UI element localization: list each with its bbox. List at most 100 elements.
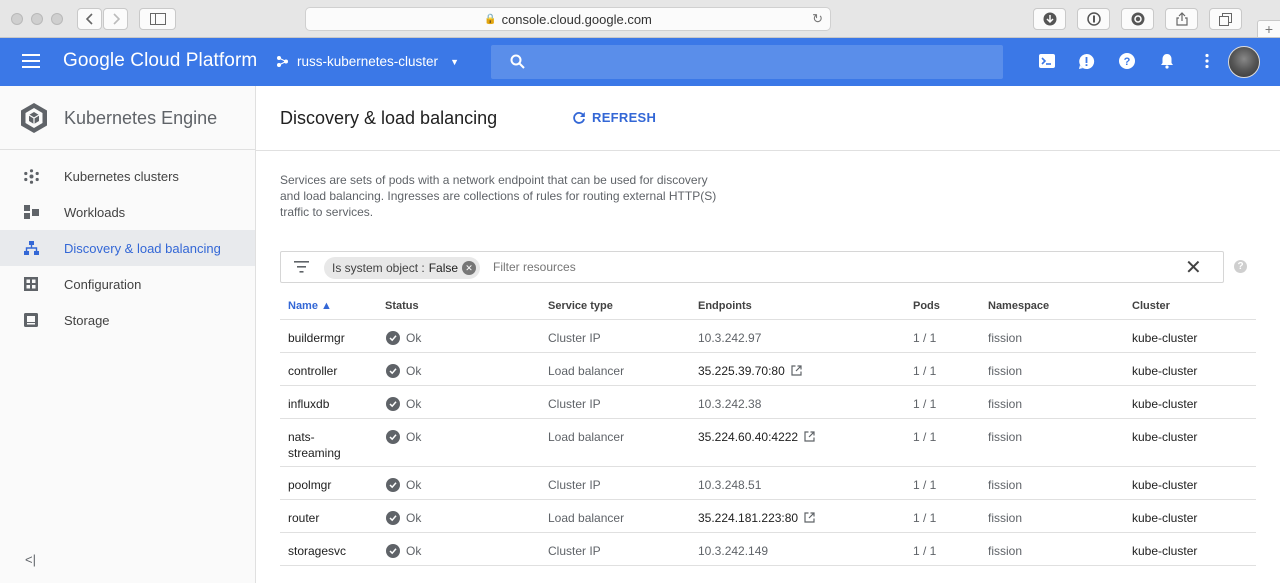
extension-2-button[interactable] xyxy=(1121,8,1154,30)
table-row[interactable]: buildermgr Ok Cluster IP 10.3.242.97 1 /… xyxy=(280,320,1256,353)
sidebar-item-label: Storage xyxy=(64,313,110,328)
filter-chip[interactable]: Is system object : False ✕ xyxy=(324,257,481,279)
filter-help-icon[interactable]: ? xyxy=(1234,260,1247,273)
project-selector[interactable]: russ-kubernetes-cluster ▼ xyxy=(276,54,459,69)
sidebar-item-clusters[interactable]: Kubernetes clusters xyxy=(0,158,255,194)
sidebar-icon xyxy=(149,13,166,25)
brand-name[interactable]: Google Cloud Platform xyxy=(63,50,257,72)
endpoint-cell: 10.3.242.149 xyxy=(698,544,769,558)
cloud-shell-button[interactable] xyxy=(1038,52,1056,70)
service-type-cell: Cluster IP xyxy=(548,478,601,492)
table-row[interactable]: poolmgr Ok Cluster IP 10.3.248.51 1 / 1 … xyxy=(280,467,1256,500)
tabs-icon xyxy=(1219,12,1232,26)
pods-cell: 1 / 1 xyxy=(913,331,937,345)
service-type-cell: Load balancer xyxy=(548,430,625,444)
check-circle-icon xyxy=(386,364,400,378)
notifications-button[interactable] xyxy=(1158,52,1176,70)
tabs-overview-button[interactable] xyxy=(1209,8,1242,30)
column-header-pods[interactable]: Pods xyxy=(913,300,940,312)
browser-toolbar: 🔒 console.cloud.google.com ↻ + xyxy=(0,0,1280,38)
table-row[interactable]: router Ok Load balancer 35.224.181.223:8… xyxy=(280,500,1256,533)
cluster-link[interactable]: kube-cluster xyxy=(1132,363,1197,379)
share-button[interactable] xyxy=(1165,8,1198,30)
cluster-link[interactable]: kube-cluster xyxy=(1132,429,1197,445)
column-header-status[interactable]: Status xyxy=(385,300,419,312)
cluster-link[interactable]: kube-cluster xyxy=(1132,543,1197,559)
endpoint-link[interactable]: 35.225.39.70:80 xyxy=(698,363,802,379)
forward-button[interactable] xyxy=(103,8,128,30)
service-type-cell: Cluster IP xyxy=(548,331,601,345)
app-header: Google Cloud Platform russ-kubernetes-cl… xyxy=(0,38,1280,86)
namespace-cell: fission xyxy=(988,331,1023,345)
zoom-window-button[interactable] xyxy=(51,13,63,25)
service-name-link[interactable]: storagesvc xyxy=(288,543,346,559)
pods-cell: 1 / 1 xyxy=(913,397,937,411)
table-row[interactable]: nats-streaming Ok Load balancer 35.224.6… xyxy=(280,419,1256,467)
sidebar-toggle-button[interactable] xyxy=(139,8,176,30)
refresh-label: REFRESH xyxy=(592,110,657,125)
cluster-link[interactable]: kube-cluster xyxy=(1132,510,1197,526)
extension-1-button[interactable] xyxy=(1077,8,1110,30)
chevron-left-icon xyxy=(85,13,93,25)
filter-input[interactable] xyxy=(493,260,1053,274)
menu-icon[interactable] xyxy=(22,54,40,68)
clear-filter-icon[interactable]: ✕ xyxy=(1185,258,1202,278)
share-icon xyxy=(1175,12,1188,26)
avatar[interactable] xyxy=(1228,46,1260,78)
collapse-sidebar-button[interactable]: <| xyxy=(25,552,36,567)
refresh-button[interactable]: REFRESH xyxy=(572,110,656,125)
service-name-link[interactable]: poolmgr xyxy=(288,477,331,493)
address-bar[interactable]: 🔒 console.cloud.google.com ↻ xyxy=(305,7,831,31)
namespace-cell: fission xyxy=(988,430,1023,444)
help-button[interactable]: ? xyxy=(1118,52,1136,70)
close-window-button[interactable] xyxy=(11,13,23,25)
search-bar[interactable] xyxy=(491,45,1003,79)
discovery-icon xyxy=(24,241,39,255)
feedback-button[interactable] xyxy=(1077,52,1095,70)
product-title: Kubernetes Engine xyxy=(64,108,218,128)
page-description: Services are sets of pods with a network… xyxy=(280,173,717,219)
service-name-link[interactable]: buildermgr xyxy=(288,330,345,346)
clusters-icon xyxy=(24,169,39,184)
sidebar-item-storage[interactable]: Storage xyxy=(0,302,255,338)
endpoint-link[interactable]: 35.224.181.223:80 xyxy=(698,510,815,526)
minimize-window-button[interactable] xyxy=(31,13,43,25)
endpoint-cell: 10.3.242.38 xyxy=(698,397,762,411)
column-header-endpoints[interactable]: Endpoints xyxy=(698,300,752,312)
column-header-name[interactable]: Name ▲ xyxy=(288,300,332,312)
column-header-cluster[interactable]: Cluster xyxy=(1132,300,1170,312)
endpoint-cell: 10.3.248.51 xyxy=(698,478,762,492)
check-circle-icon xyxy=(386,478,400,492)
column-header-namespace[interactable]: Namespace xyxy=(988,300,1049,312)
service-name-link[interactable]: controller xyxy=(288,363,337,379)
sidebar-item-label: Configuration xyxy=(64,277,142,292)
column-header-service-type[interactable]: Service type xyxy=(548,300,613,312)
bell-icon xyxy=(1161,54,1173,69)
pods-cell: 1 / 1 xyxy=(913,364,937,378)
cluster-link[interactable]: kube-cluster xyxy=(1132,330,1197,346)
endpoint-link[interactable]: 35.224.60.40:4222 xyxy=(698,429,815,445)
downloads-button[interactable] xyxy=(1033,8,1066,30)
cluster-link[interactable]: kube-cluster xyxy=(1132,396,1197,412)
service-name-link[interactable]: nats-streaming xyxy=(288,429,341,461)
new-tab-button[interactable]: + xyxy=(1257,20,1280,38)
table-row[interactable]: storagesvc Ok Cluster IP 10.3.242.149 1 … xyxy=(280,533,1256,566)
more-options-button[interactable] xyxy=(1198,52,1216,70)
refresh-icon xyxy=(573,111,585,124)
table-row[interactable]: controller Ok Load balancer 35.225.39.70… xyxy=(280,353,1256,386)
cluster-link[interactable]: kube-cluster xyxy=(1132,477,1197,493)
sidebar-item-configuration[interactable]: Configuration xyxy=(0,266,255,302)
sidebar-item-workloads[interactable]: Workloads xyxy=(0,194,255,230)
remove-chip-icon[interactable]: ✕ xyxy=(462,261,477,275)
check-circle-icon xyxy=(386,430,400,444)
filter-list-icon[interactable] xyxy=(294,261,309,273)
check-circle-icon xyxy=(386,331,400,345)
table-row[interactable]: influxdb Ok Cluster IP 10.3.242.38 1 / 1… xyxy=(280,386,1256,419)
service-name-link[interactable]: router xyxy=(288,510,319,526)
back-button[interactable] xyxy=(77,8,102,30)
storage-icon xyxy=(24,313,38,327)
service-name-link[interactable]: influxdb xyxy=(288,396,329,412)
filter-chip-key: Is system object : xyxy=(332,261,425,275)
sidebar-item-discovery[interactable]: Discovery & load balancing xyxy=(0,230,255,266)
reload-icon[interactable]: ↻ xyxy=(812,11,823,27)
